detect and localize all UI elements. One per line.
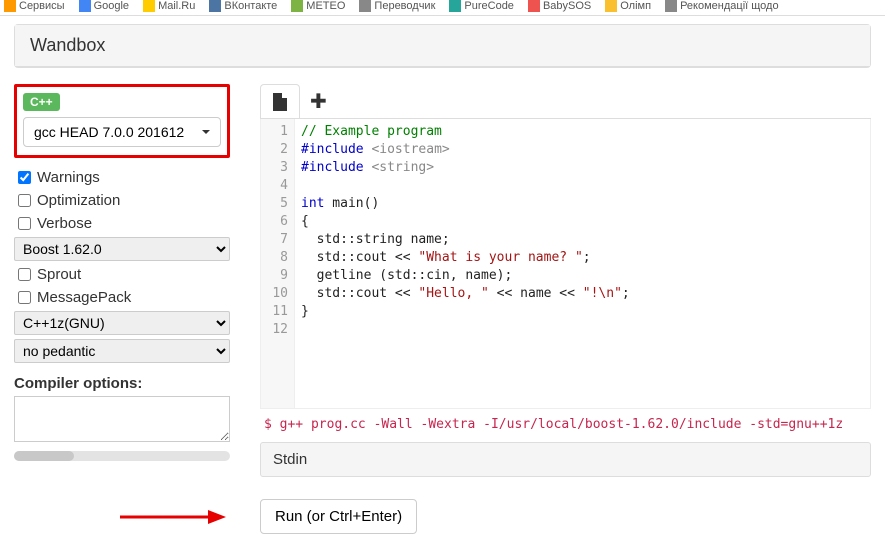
line-gutter: 1 2 3 4 5 6 7 8 9 10 11 12 [261,119,295,408]
checkbox-optimization[interactable]: Optimization [14,189,230,212]
checkbox-warnings-input[interactable] [18,171,31,184]
bookmark-item[interactable]: Переводчик [359,0,435,12]
bookmark-item[interactable]: Mail.Ru [143,0,195,12]
select-pedantic[interactable]: no pedantic [14,339,230,363]
stdin-toggle[interactable]: Stdin [260,442,871,477]
compiler-select-highlight: C++ gcc HEAD 7.0.0 201612 [14,84,230,158]
bookmark-item[interactable]: ВКонтакте [209,0,277,12]
compiler-options-textarea[interactable] [14,396,230,442]
file-icon [273,93,287,111]
checkbox-verbose[interactable]: Verbose [14,212,230,235]
sidebar-scrollbar-thumb[interactable] [14,451,74,461]
tab-file[interactable] [260,84,300,118]
main-area: ✚ 1 2 3 4 5 6 7 8 9 10 11 12 // Example … [230,84,871,534]
bookmarks-bar: Сервисы Google Mail.Ru ВКонтакте METEO П… [0,0,885,16]
select-boost[interactable]: Boost 1.62.0 [14,237,230,261]
sidebar: C++ gcc HEAD 7.0.0 201612 Warnings Optim… [14,84,230,461]
compiler-dropdown[interactable]: gcc HEAD 7.0.0 201612 [23,117,221,147]
checkbox-warnings[interactable]: Warnings [14,166,230,189]
page-title: Wandbox [15,25,870,67]
bookmark-item[interactable]: Сервисы [4,0,65,12]
checkbox-messagepack[interactable]: MessagePack [14,286,230,309]
bookmark-item[interactable]: Олімп [605,0,651,12]
checkbox-optimization-input[interactable] [18,194,31,207]
content-row: C++ gcc HEAD 7.0.0 201612 Warnings Optim… [0,70,885,534]
bookmark-item[interactable]: BabySOS [528,0,591,12]
checkbox-sprout[interactable]: Sprout [14,263,230,286]
language-badge: C++ [23,93,60,111]
sidebar-scrollbar[interactable] [14,451,230,461]
plus-icon: ✚ [310,89,327,114]
checkbox-sprout-input[interactable] [18,268,31,281]
bookmark-item[interactable]: PureCode [449,0,514,12]
select-std[interactable]: C++1z(GNU) [14,311,230,335]
checkbox-messagepack-input[interactable] [18,291,31,304]
editor-tabs: ✚ [260,84,871,119]
run-button[interactable]: Run (or Ctrl+Enter) [260,499,417,534]
bookmark-item[interactable]: Google [79,0,129,12]
compiler-dropdown-label: gcc HEAD 7.0.0 201612 [34,124,184,140]
compile-command: $ g++ prog.cc -Wall -Wextra -I/usr/local… [260,409,871,440]
tab-add[interactable]: ✚ [300,84,337,118]
main-panel: Wandbox [14,24,871,68]
annotation-arrow [120,507,226,527]
caret-down-icon [202,130,210,134]
code-editor[interactable]: 1 2 3 4 5 6 7 8 9 10 11 12 // Example pr… [260,119,871,409]
bookmark-item[interactable]: METEO [291,0,345,12]
bookmark-item[interactable]: Рекомендації щодо [665,0,779,12]
code-content[interactable]: // Example program #include <iostream> #… [295,119,636,408]
compiler-options-label: Compiler options: [14,375,230,392]
checkbox-verbose-input[interactable] [18,217,31,230]
